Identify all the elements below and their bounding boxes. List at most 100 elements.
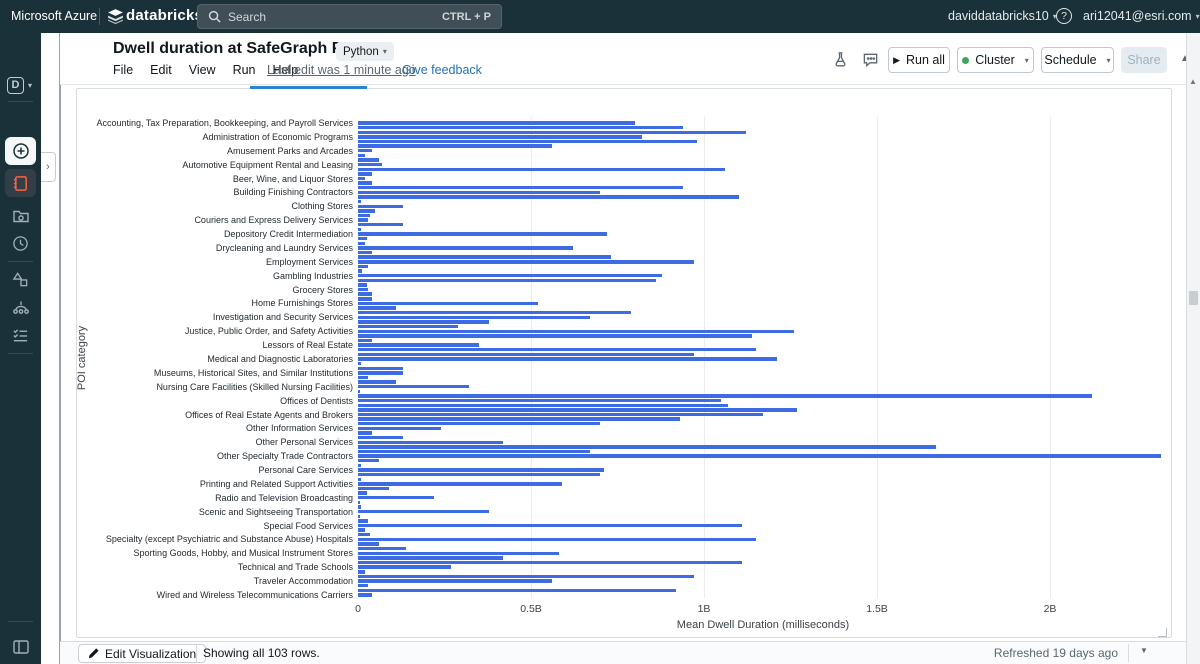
bar[interactable]: [358, 584, 368, 587]
bar[interactable]: [358, 473, 600, 476]
bar[interactable]: [358, 172, 372, 175]
bar[interactable]: [358, 302, 538, 305]
bar[interactable]: [358, 570, 365, 573]
bar[interactable]: [358, 140, 697, 143]
bar[interactable]: [358, 464, 361, 467]
bar[interactable]: [358, 491, 367, 494]
databricks-logo[interactable]: [107, 8, 124, 25]
bar[interactable]: [358, 186, 683, 189]
bar[interactable]: [358, 510, 489, 513]
bar[interactable]: [358, 519, 368, 522]
bar[interactable]: [358, 367, 403, 370]
bar[interactable]: [358, 501, 360, 504]
give-feedback-link[interactable]: Give feedback: [402, 63, 482, 77]
bar[interactable]: [358, 292, 372, 295]
bar[interactable]: [358, 427, 441, 430]
last-edit-link[interactable]: Last edit was 1 minute ago: [267, 63, 416, 77]
bar[interactable]: [358, 385, 469, 388]
chevron-up-icon[interactable]: ▲: [1189, 77, 1197, 86]
bar[interactable]: [358, 524, 742, 527]
bar[interactable]: [358, 422, 600, 425]
bar[interactable]: [358, 320, 489, 323]
bar[interactable]: [358, 209, 375, 212]
bar[interactable]: [358, 459, 379, 462]
workspace-d-logo[interactable]: D▾: [7, 75, 35, 95]
panel-toggle-button[interactable]: [5, 633, 36, 661]
bar[interactable]: [358, 579, 552, 582]
sidebar-item-recents[interactable]: [5, 229, 36, 257]
bar[interactable]: [358, 163, 382, 166]
help-icon[interactable]: ?: [1056, 8, 1072, 24]
bar[interactable]: [358, 528, 365, 531]
schedule-button[interactable]: Schedule▾: [1041, 47, 1114, 73]
bar[interactable]: [358, 242, 365, 245]
bar[interactable]: [358, 450, 590, 453]
bar[interactable]: [358, 417, 680, 420]
bar[interactable]: [358, 195, 739, 198]
bar[interactable]: [358, 538, 756, 541]
account-menu[interactable]: ari12041@esri.com▾: [1083, 0, 1200, 33]
bar[interactable]: [358, 232, 607, 235]
bar[interactable]: [358, 260, 694, 263]
bar[interactable]: [358, 177, 365, 180]
bar[interactable]: [358, 413, 763, 416]
expand-sidebar-handle[interactable]: ›: [41, 152, 56, 182]
bar[interactable]: [358, 214, 370, 217]
sidebar-item-workflows[interactable]: [5, 293, 36, 321]
bar[interactable]: [358, 325, 458, 328]
chevron-down-icon[interactable]: ▼: [1140, 646, 1148, 655]
menu-run[interactable]: Run: [233, 63, 256, 77]
bar[interactable]: [358, 547, 406, 550]
bar[interactable]: [358, 311, 631, 314]
sidebar-item-data[interactable]: [5, 265, 36, 293]
bar[interactable]: [358, 565, 451, 568]
bar[interactable]: [358, 279, 656, 282]
workspace-switcher[interactable]: daviddatabricks10▾: [948, 0, 1057, 33]
bar[interactable]: [358, 436, 403, 439]
bar[interactable]: [358, 542, 379, 545]
bar[interactable]: [358, 589, 676, 592]
bar[interactable]: [358, 399, 721, 402]
resize-handle[interactable]: [1158, 628, 1167, 637]
bar[interactable]: [358, 353, 694, 356]
bar[interactable]: [358, 454, 1161, 457]
bar[interactable]: [358, 246, 573, 249]
bar[interactable]: [358, 556, 503, 559]
bar[interactable]: [358, 149, 372, 152]
bar[interactable]: [358, 561, 742, 564]
bar[interactable]: [358, 288, 368, 291]
share-button[interactable]: Share: [1121, 47, 1167, 73]
comments-icon[interactable]: [862, 51, 880, 69]
bar[interactable]: [358, 357, 777, 360]
bar[interactable]: [358, 376, 368, 379]
bar[interactable]: [358, 158, 379, 161]
scrollbar-thumb[interactable]: [1189, 291, 1198, 305]
bar[interactable]: [358, 496, 434, 499]
bar[interactable]: [358, 362, 361, 365]
experiment-flask-icon[interactable]: [832, 51, 850, 69]
bar[interactable]: [358, 348, 756, 351]
bar[interactable]: [358, 431, 372, 434]
bar[interactable]: [358, 121, 635, 124]
bar[interactable]: [358, 408, 797, 411]
bar[interactable]: [358, 181, 372, 184]
bar[interactable]: [358, 404, 728, 407]
bar[interactable]: [358, 168, 725, 171]
bar[interactable]: [358, 505, 361, 508]
bar[interactable]: [358, 237, 367, 240]
bar[interactable]: [358, 316, 590, 319]
bar[interactable]: [358, 283, 367, 286]
bar[interactable]: [358, 482, 562, 485]
search-input[interactable]: Search CTRL + P: [197, 4, 502, 29]
bar[interactable]: [358, 200, 361, 203]
bar[interactable]: [358, 191, 600, 194]
bar[interactable]: [358, 205, 403, 208]
bar[interactable]: [358, 394, 1092, 397]
language-selector[interactable]: Python▾: [336, 42, 394, 61]
cluster-button[interactable]: Cluster▾: [957, 47, 1034, 73]
bar[interactable]: [358, 218, 368, 221]
bar[interactable]: [358, 390, 360, 393]
run-all-button[interactable]: ▶Run all: [888, 47, 950, 73]
bar[interactable]: [358, 306, 396, 309]
new-button[interactable]: [5, 137, 36, 165]
